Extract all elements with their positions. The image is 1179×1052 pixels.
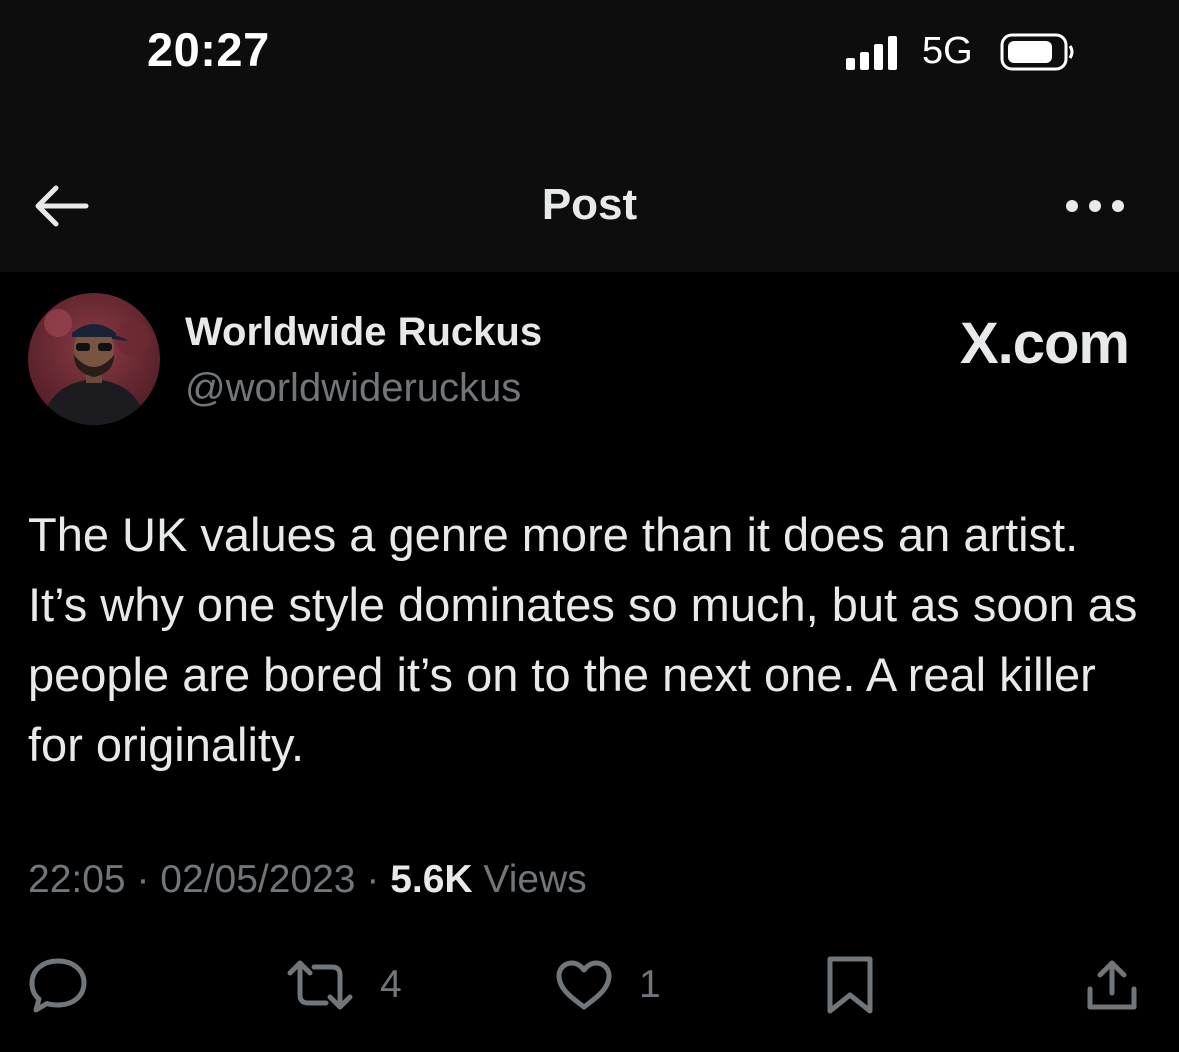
top-nav: Post — [0, 150, 1179, 270]
post-date: 02/05/2023 — [160, 858, 356, 901]
signal-icon — [846, 34, 906, 70]
share-icon — [1087, 960, 1137, 1010]
bookmark-button[interactable] — [826, 955, 874, 1015]
meta-separator: · — [366, 858, 380, 901]
x-watermark: X.com — [959, 311, 1130, 376]
heart-icon — [556, 960, 612, 1010]
status-time: 20:27 — [147, 23, 270, 76]
reply-icon — [29, 958, 87, 1013]
battery-icon — [1000, 33, 1074, 71]
status-bar: 20:27 5G Post — [0, 0, 1179, 272]
share-button[interactable] — [1084, 955, 1140, 1015]
reply-button[interactable] — [28, 955, 88, 1015]
post-meta: 22:05 · 02/05/2023 · 5.6K Views — [28, 858, 587, 902]
author-handle[interactable]: @worldwideruckus — [185, 366, 521, 411]
views-count[interactable]: 5.6K — [390, 858, 472, 901]
meta-separator: · — [136, 858, 150, 901]
retweet-button[interactable]: 4 — [286, 955, 402, 1015]
views-label: Views — [483, 858, 587, 901]
retweet-icon — [287, 960, 353, 1010]
like-count: 1 — [639, 963, 661, 1006]
avatar[interactable] — [28, 293, 160, 425]
network-type: 5G — [922, 30, 973, 72]
like-button[interactable]: 1 — [555, 955, 661, 1015]
retweet-count: 4 — [380, 963, 402, 1006]
author-name[interactable]: Worldwide Ruckus — [185, 310, 542, 355]
post-text: The UK values a genre more than it does … — [28, 508, 1138, 771]
bookmark-icon — [827, 956, 873, 1014]
more-icon[interactable] — [1062, 196, 1128, 216]
page-title: Post — [541, 180, 638, 229]
post-time: 22:05 — [28, 858, 126, 901]
